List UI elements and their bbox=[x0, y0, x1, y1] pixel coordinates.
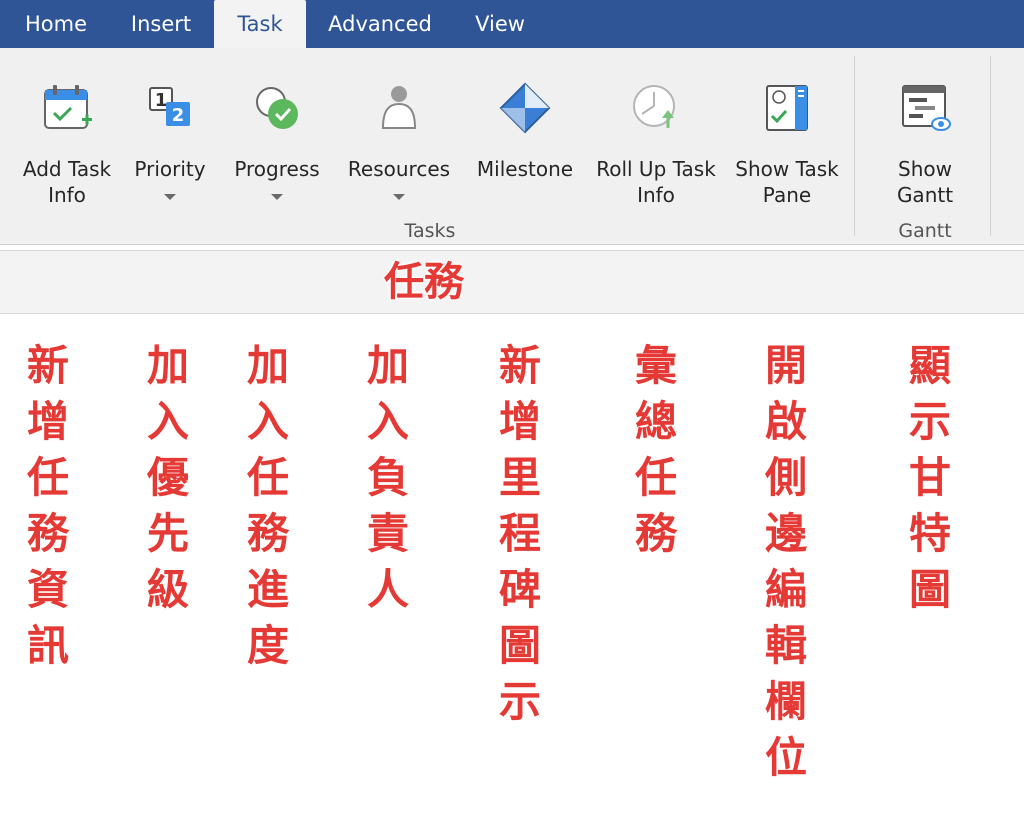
priority-12-icon: 1 2 bbox=[142, 80, 198, 136]
annotation-roll-up: 彙總任務 bbox=[634, 341, 677, 558]
show-gantt-button[interactable]: Show Gantt bbox=[872, 48, 978, 238]
svg-text:1: 1 bbox=[155, 90, 168, 111]
tab-home[interactable]: Home bbox=[10, 0, 102, 48]
annotation-tasks-title: 任務 bbox=[384, 259, 464, 305]
tab-task[interactable]: Task bbox=[214, 0, 306, 48]
annotation-add-task-info: 新增任務資訊 bbox=[26, 341, 69, 670]
group-divider bbox=[854, 56, 855, 236]
resources-label: Resources bbox=[347, 157, 451, 181]
annotation-task-pane: 開啟側邊編輯欄位 bbox=[764, 341, 807, 782]
gantt-icon bbox=[897, 80, 953, 136]
milestone-button[interactable]: Milestone bbox=[470, 48, 580, 238]
ribbon-tab-bar: Home Insert Task Advanced View bbox=[0, 0, 1024, 48]
milestone-diamond-icon bbox=[497, 80, 553, 136]
show-task-pane-label: Show Task Pane bbox=[735, 157, 839, 207]
add-task-info-button[interactable]: Add Task Info bbox=[14, 48, 120, 238]
roll-up-clock-icon bbox=[628, 80, 684, 136]
add-task-calendar-icon bbox=[39, 80, 95, 136]
svg-text:2: 2 bbox=[172, 105, 185, 126]
milestone-label: Milestone bbox=[476, 157, 574, 181]
progress-button[interactable]: Progress bbox=[224, 48, 330, 238]
add-task-info-label: Add Task Info bbox=[22, 157, 112, 207]
chevron-down-icon bbox=[271, 194, 283, 200]
annotation-progress: 加入任務進度 bbox=[246, 341, 289, 670]
annotation-milestone: 新增里程碑圖示 bbox=[498, 341, 541, 726]
person-icon bbox=[371, 80, 427, 136]
progress-check-icon bbox=[249, 80, 305, 136]
ribbon-bottom-band bbox=[0, 250, 1024, 314]
annotation-priority: 加入優先級 bbox=[146, 341, 189, 614]
progress-label: Progress bbox=[234, 157, 320, 181]
annotation-resources: 加入負責人 bbox=[366, 341, 409, 614]
ribbon-panel: Add Task Info 1 2 Priority Progress Reso… bbox=[0, 48, 1024, 245]
resources-button[interactable]: Resources bbox=[340, 48, 458, 238]
group-divider bbox=[990, 56, 991, 236]
show-gantt-label: Show Gantt bbox=[896, 157, 954, 207]
chevron-down-icon bbox=[164, 194, 176, 200]
roll-up-task-info-button[interactable]: Roll Up Task Info bbox=[588, 48, 724, 238]
tab-insert[interactable]: Insert bbox=[116, 0, 206, 48]
tab-advanced[interactable]: Advanced bbox=[318, 0, 442, 48]
roll-up-task-info-label: Roll Up Task Info bbox=[596, 157, 716, 207]
group-label-tasks: Tasks bbox=[404, 220, 456, 242]
priority-button[interactable]: 1 2 Priority bbox=[126, 48, 214, 238]
show-task-pane-button[interactable]: Show Task Pane bbox=[728, 48, 846, 238]
group-label-gantt: Gantt bbox=[898, 220, 952, 242]
priority-label: Priority bbox=[134, 157, 206, 181]
annotation-show-gantt: 顯示甘特圖 bbox=[908, 341, 951, 614]
tab-view[interactable]: View bbox=[460, 0, 540, 48]
chevron-down-icon bbox=[393, 194, 405, 200]
task-pane-icon bbox=[759, 80, 815, 136]
